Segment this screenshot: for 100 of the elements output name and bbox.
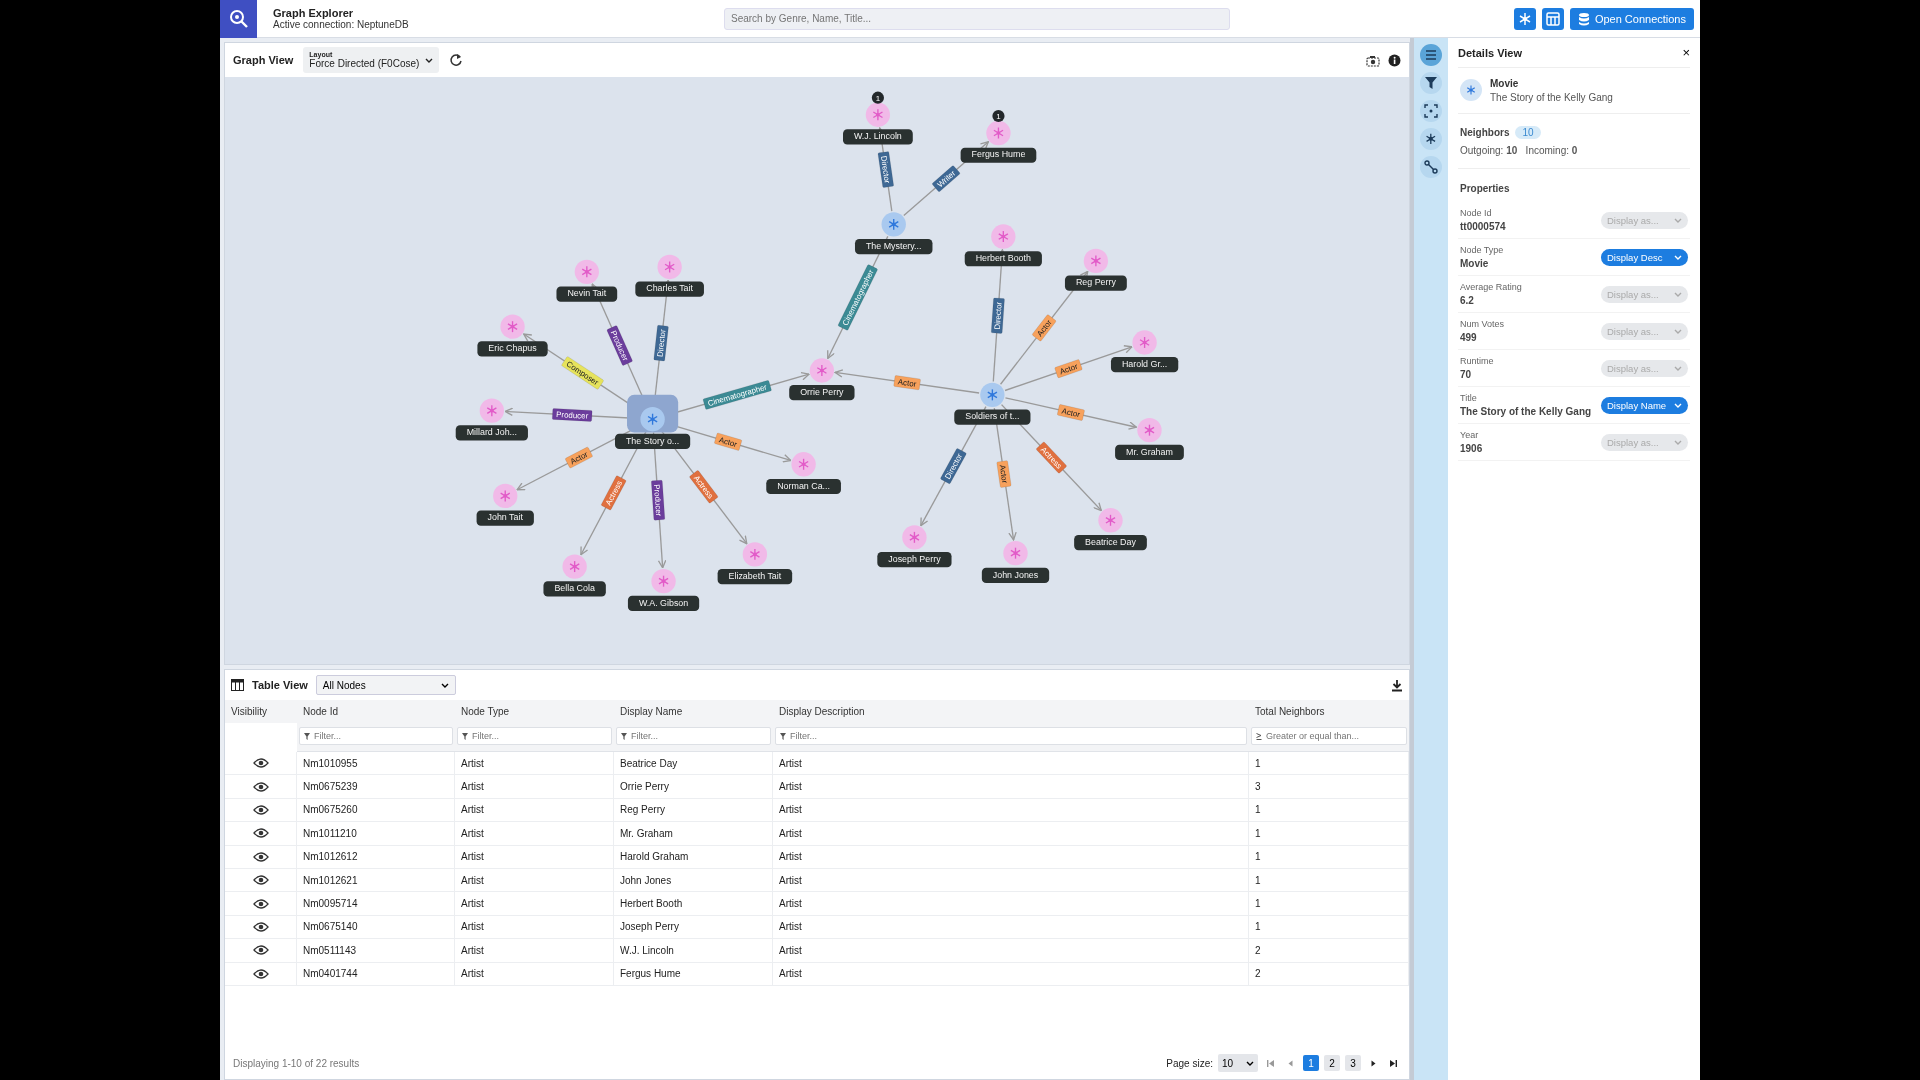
last-page-button[interactable] xyxy=(1389,1058,1398,1068)
info-button[interactable] xyxy=(1388,53,1401,67)
filter-field[interactable]: Filter... xyxy=(775,727,1247,745)
table-cell: Nm0401744 xyxy=(297,962,455,986)
person-node[interactable] xyxy=(651,569,676,594)
filter-field[interactable]: Filter... xyxy=(616,727,771,745)
person-node[interactable] xyxy=(1098,508,1123,533)
eye-icon[interactable] xyxy=(252,874,269,887)
path-icon xyxy=(1424,160,1438,174)
table-icon xyxy=(1545,11,1560,26)
close-button[interactable]: × xyxy=(1682,45,1690,60)
table-cell: Nm1012612 xyxy=(297,845,455,869)
node-label: Harold Gr... xyxy=(1110,357,1179,373)
property-label: Node Type xyxy=(1460,245,1504,255)
caret-icon xyxy=(1674,290,1682,298)
eye-icon[interactable] xyxy=(252,897,269,910)
eye-icon[interactable] xyxy=(252,757,269,770)
filter-field[interactable]: Filter... xyxy=(299,727,453,745)
page-button[interactable]: 1 xyxy=(1303,1055,1319,1071)
expand-button[interactable] xyxy=(1420,100,1442,122)
node-label: Herbert Booth xyxy=(964,251,1042,267)
filter-icon xyxy=(1424,76,1438,90)
screenshot-button[interactable] xyxy=(1366,53,1380,67)
eye-icon[interactable] xyxy=(252,850,269,863)
table-cell: Orrie Perry xyxy=(614,775,773,799)
details-button[interactable] xyxy=(1420,44,1442,66)
next-page-button[interactable] xyxy=(1369,1058,1378,1068)
graph-style-button[interactable] xyxy=(1420,128,1442,150)
person-node[interactable] xyxy=(991,224,1016,249)
person-node[interactable] xyxy=(902,525,927,550)
movie-node[interactable] xyxy=(980,382,1005,408)
eye-icon[interactable] xyxy=(252,803,269,816)
person-node[interactable] xyxy=(562,554,587,579)
movie-node-icon xyxy=(1460,78,1482,101)
person-node[interactable] xyxy=(809,358,835,383)
property-label: Year xyxy=(1460,430,1480,440)
table-cell: 1 xyxy=(1249,845,1409,869)
movie-node[interactable] xyxy=(881,212,906,237)
node-label: Eric Chapus xyxy=(477,341,548,357)
person-node[interactable] xyxy=(791,452,816,477)
person-node[interactable] xyxy=(1083,248,1109,274)
filter-button[interactable] xyxy=(1420,72,1442,94)
column-header: Total Neighbors xyxy=(1249,700,1409,723)
caret-icon xyxy=(1674,216,1682,224)
table-cell: Artist xyxy=(455,868,614,893)
list-icon xyxy=(1424,48,1438,62)
table-cell: 1 xyxy=(1249,798,1409,823)
person-node[interactable] xyxy=(986,120,1011,146)
person-node[interactable] xyxy=(1003,541,1028,566)
person-node[interactable] xyxy=(1132,330,1157,355)
node-label: John Jones xyxy=(981,567,1050,583)
page-button[interactable]: 3 xyxy=(1345,1055,1361,1071)
person-node[interactable] xyxy=(479,398,504,423)
person-node[interactable] xyxy=(1137,418,1162,443)
previous-page-button[interactable] xyxy=(1286,1058,1295,1068)
neighbor-counts: Outgoing: 10 Incoming: 0 xyxy=(1460,145,1579,156)
table-view-toggle[interactable] xyxy=(1541,7,1564,30)
eye-icon[interactable] xyxy=(252,827,269,840)
node-label: The Mystery... xyxy=(855,238,933,255)
property-value: 6.2 xyxy=(1460,295,1475,306)
person-node[interactable] xyxy=(574,259,599,285)
display-as-dropdown[interactable]: Display Name xyxy=(1601,396,1688,414)
path-button[interactable] xyxy=(1420,156,1442,178)
page-size-label: Page size: xyxy=(1166,1057,1213,1069)
page-button[interactable]: 2 xyxy=(1324,1055,1340,1071)
display-as-dropdown[interactable]: Display Desc xyxy=(1601,248,1688,266)
person-node[interactable] xyxy=(865,102,891,127)
download-button[interactable] xyxy=(1391,678,1403,692)
node-label: Soldiers of t... xyxy=(954,409,1031,425)
number-filter-field[interactable]: Greater or equal than... xyxy=(1251,727,1407,745)
panel-title: Table View xyxy=(252,679,308,691)
refresh-button[interactable] xyxy=(449,53,464,67)
table-cell: Nm1012621 xyxy=(297,868,455,893)
movie-node[interactable] xyxy=(627,394,679,433)
database-icon xyxy=(1577,11,1590,26)
table-cell: 1 xyxy=(1249,752,1409,776)
person-node[interactable] xyxy=(493,483,518,509)
eye-icon[interactable] xyxy=(252,780,269,793)
filter-field[interactable]: Filter... xyxy=(457,727,612,745)
table-cell: 1 xyxy=(1249,915,1409,940)
app-title: Graph Explorer xyxy=(273,7,355,19)
caret-icon xyxy=(1674,327,1682,335)
property-label: Num Votes xyxy=(1460,319,1505,329)
first-page-button[interactable] xyxy=(1266,1058,1275,1068)
open-connections-button[interactable]: Open Connections xyxy=(1569,7,1694,30)
table-cell: Artist xyxy=(455,752,614,776)
person-node[interactable] xyxy=(742,542,768,567)
graph-view-toggle[interactable] xyxy=(1513,7,1536,30)
caret-icon xyxy=(440,681,449,689)
eye-icon[interactable] xyxy=(252,920,269,933)
table-cell: Artist xyxy=(455,845,614,869)
person-node[interactable] xyxy=(500,314,525,339)
eye-icon[interactable] xyxy=(252,967,269,980)
filter-icon xyxy=(304,733,310,740)
person-node[interactable] xyxy=(657,254,682,280)
page-size-dropdown[interactable]: 10 xyxy=(1218,1054,1258,1072)
eye-icon[interactable] xyxy=(252,944,269,957)
node-filter-dropdown[interactable]: All Nodes xyxy=(315,675,456,695)
table-cell: Nm1011210 xyxy=(297,822,455,846)
search-field[interactable]: Search by Genre, Name, Title... xyxy=(724,7,1230,30)
